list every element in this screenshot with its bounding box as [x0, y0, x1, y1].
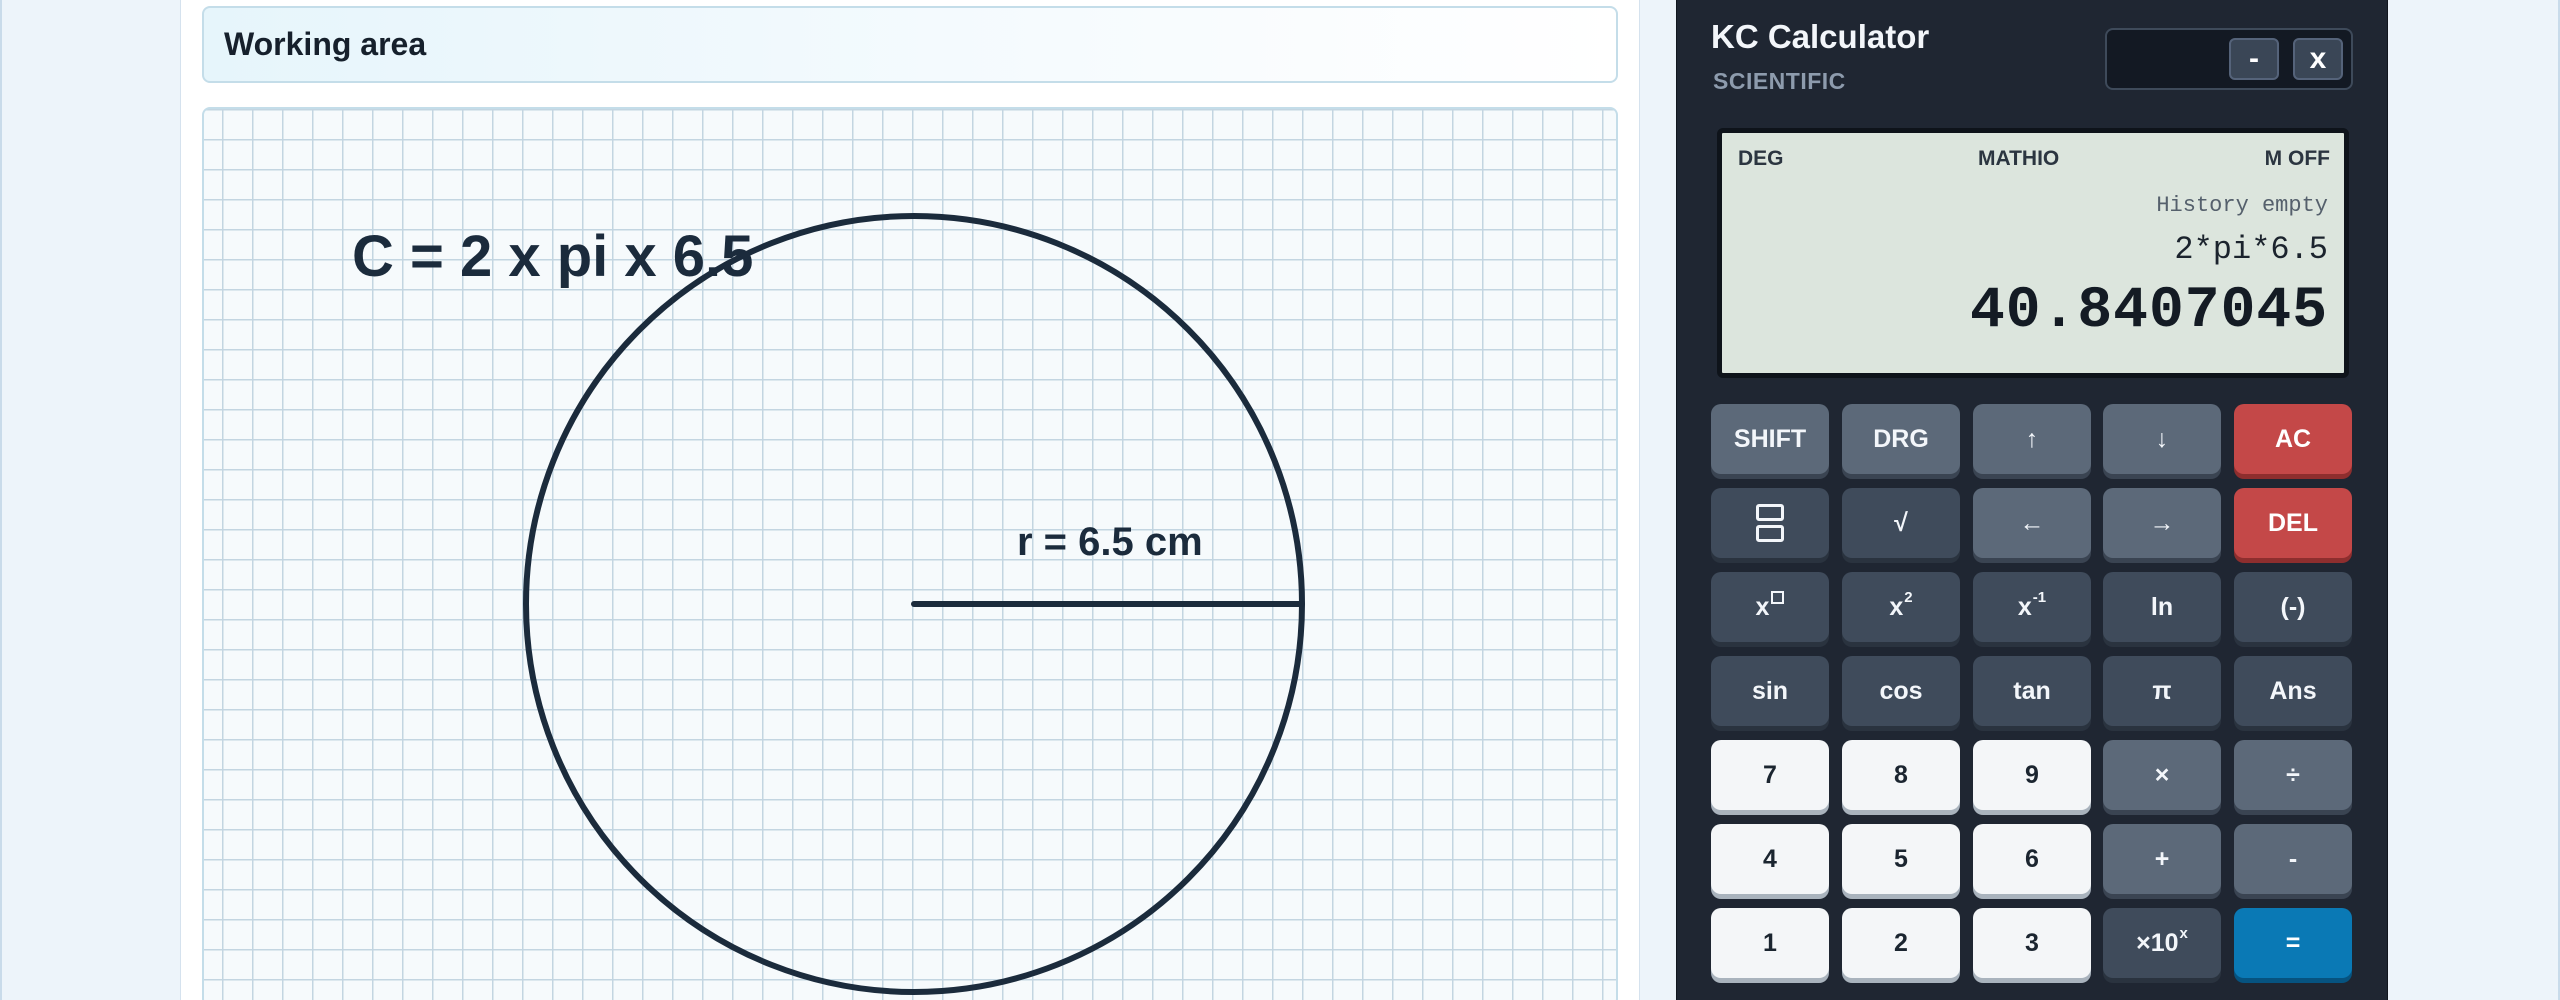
square-key-exponent: 2	[1904, 588, 1913, 606]
down-arrow-key[interactable]: ↓	[2103, 404, 2221, 474]
window-controls: - x	[2105, 28, 2353, 90]
digit-3-key[interactable]: 3	[1973, 908, 2091, 978]
sqrt-key[interactable]: √	[1842, 488, 1960, 558]
power-key-label: x	[1755, 592, 1770, 621]
plus-key[interactable]: +	[2103, 824, 2221, 894]
ans-key[interactable]: Ans	[2234, 656, 2352, 726]
fraction-icon	[1756, 504, 1784, 542]
expression-text: 2*pi*6.5	[2174, 231, 2328, 268]
inverse-key[interactable]: x -1	[1973, 572, 2091, 642]
calculator-title: KC Calculator	[1711, 18, 1930, 55]
drawing-layer: C = 2 x pi x 6.5 r = 6.5 cm	[352, 213, 1305, 995]
divide-key[interactable]: ÷	[2234, 740, 2352, 810]
square-key[interactable]: x2	[1842, 572, 1960, 642]
digit-1-key[interactable]: 1	[1711, 908, 1829, 978]
power-key[interactable]: x	[1711, 572, 1829, 642]
negate-key[interactable]: (-)	[2234, 572, 2352, 642]
exp10-key-label: ×10	[2136, 928, 2179, 957]
multiply-key[interactable]: ×	[2103, 740, 2221, 810]
all-clear-key[interactable]: AC	[2234, 404, 2352, 474]
digit-8-key[interactable]: 8	[1842, 740, 1960, 810]
grid-canvas[interactable]: C = 2 x pi x 6.5 r = 6.5 cm	[202, 107, 1618, 1000]
calculator-display: DEG MATHIO M OFF History empty 2*pi*6.5 …	[1717, 128, 2349, 378]
angle-mode-indicator: DEG	[1738, 147, 1784, 170]
digit-9-key[interactable]: 9	[1973, 740, 2091, 810]
pi-key[interactable]: π	[2103, 656, 2221, 726]
digit-2-key[interactable]: 2	[1842, 908, 1960, 978]
square-key-label: x	[1889, 592, 1904, 621]
digit-4-key[interactable]: 4	[1711, 824, 1829, 894]
minimize-button[interactable]: -	[2229, 38, 2279, 80]
ln-key[interactable]: ln	[2103, 572, 2221, 642]
exp10-key[interactable]: ×10 x	[2103, 908, 2221, 978]
equals-key[interactable]: =	[2234, 908, 2352, 978]
input-mode-indicator: MATHIO	[1978, 147, 2060, 170]
minus-key[interactable]: -	[2234, 824, 2352, 894]
radius-label: r = 6.5 cm	[1017, 520, 1203, 564]
working-area-header: Working area	[202, 6, 1618, 83]
exp10-key-exponent: x	[2179, 924, 2188, 942]
result-text: 40.8407045	[1969, 279, 2328, 344]
digit-6-key[interactable]: 6	[1973, 824, 2091, 894]
shift-key[interactable]: SHIFT	[1711, 404, 1829, 474]
up-arrow-key[interactable]: ↑	[1973, 404, 2091, 474]
working-area-title: Working area	[224, 26, 427, 62]
calculator-subtitle: SCIENTIFIC	[1713, 68, 1846, 94]
delete-key[interactable]: DEL	[2234, 488, 2352, 558]
tan-key[interactable]: tan	[1973, 656, 2091, 726]
digit-5-key[interactable]: 5	[1842, 824, 1960, 894]
fraction-key[interactable]	[1711, 488, 1829, 558]
drg-key[interactable]: DRG	[1842, 404, 1960, 474]
calculator-window: KC Calculator SCIENTIFIC - x DEG MATHIO …	[1676, 0, 2388, 1000]
left-arrow-key[interactable]: ←	[1973, 488, 2091, 558]
cos-key[interactable]: cos	[1842, 656, 1960, 726]
inverse-key-exponent: -1	[2032, 588, 2047, 606]
history-text: History empty	[2156, 193, 2328, 218]
exponent-box-icon	[1771, 590, 1785, 604]
sin-key[interactable]: sin	[1711, 656, 1829, 726]
memory-indicator: M OFF	[2264, 147, 2330, 170]
formula-label: C = 2 x pi x 6.5	[352, 224, 753, 289]
inverse-key-label: x	[2017, 592, 2032, 621]
digit-7-key[interactable]: 7	[1711, 740, 1829, 810]
right-arrow-key[interactable]: →	[2103, 488, 2221, 558]
close-button[interactable]: x	[2293, 38, 2343, 80]
